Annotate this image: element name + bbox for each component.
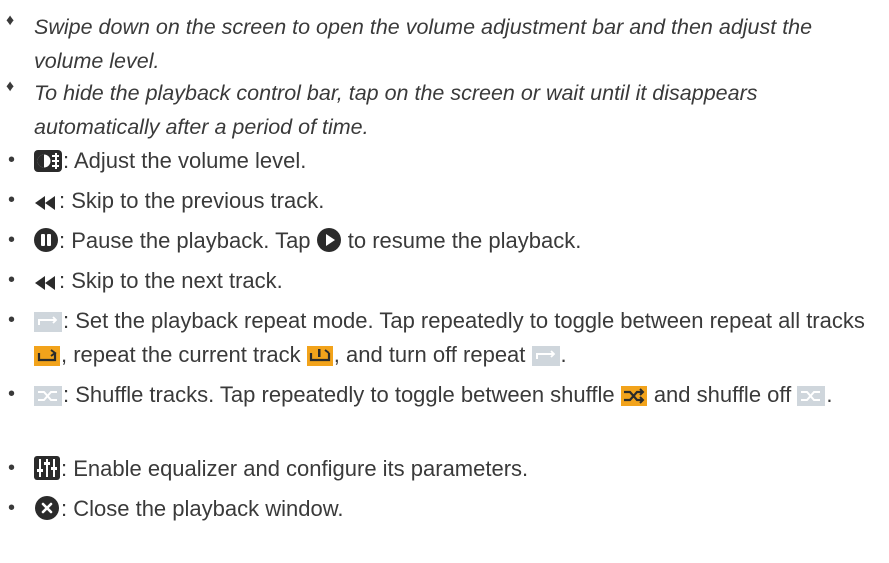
equalizer-icon bbox=[34, 456, 60, 480]
shuffle-on-icon bbox=[620, 386, 647, 406]
bullet: • bbox=[8, 497, 16, 519]
pause-description-b: to resume the playback. bbox=[341, 228, 582, 253]
rewind-icon bbox=[34, 194, 58, 212]
repeat-description-c: , and turn off repeat bbox=[333, 342, 532, 367]
pause-description-a: : Pause the playback. Tap bbox=[59, 228, 317, 253]
bullet: • bbox=[8, 189, 16, 211]
bullet: • bbox=[8, 309, 16, 331]
repeat-off-icon bbox=[34, 312, 62, 332]
repeat-description-a: : Set the playback repeat mode. Tap repe… bbox=[63, 308, 865, 333]
list-item-text: : Shuffle tracks. Tap repeatedly to togg… bbox=[34, 378, 881, 412]
repeat-description-b: , repeat the current track bbox=[61, 342, 307, 367]
list-item-text: : Set the playback repeat mode. Tap repe… bbox=[34, 304, 881, 372]
list-item-text: : Pause the playback. Tap to resume the … bbox=[34, 224, 881, 258]
repeat-description-d: . bbox=[560, 342, 567, 367]
list-item-text: : Skip to the previous track. bbox=[34, 184, 881, 218]
pause-icon bbox=[34, 228, 58, 252]
list-item-text: : Skip to the next track. bbox=[34, 264, 881, 298]
repeat-off-icon bbox=[531, 346, 560, 366]
shuffle-description-c: . bbox=[826, 382, 833, 407]
play-icon bbox=[316, 228, 341, 252]
shuffle-description-b: and shuffle off bbox=[647, 382, 798, 407]
rewind-icon bbox=[34, 274, 58, 292]
next-description: : Skip to the next track. bbox=[59, 268, 283, 293]
shuffle-off-icon bbox=[34, 386, 62, 406]
list-item-text: : Adjust the volume level. bbox=[34, 144, 881, 178]
close-icon bbox=[34, 496, 60, 520]
shuffle-off-icon bbox=[797, 386, 826, 406]
repeat-all-icon bbox=[34, 346, 60, 366]
list-item-text: : Enable equalizer and configure its par… bbox=[34, 452, 881, 486]
bullet: • bbox=[8, 269, 16, 291]
close-description: : Close the playback window. bbox=[61, 496, 344, 521]
bullet: • bbox=[8, 229, 16, 251]
list-item-text: : Close the playback window. bbox=[34, 492, 881, 526]
volume-icon bbox=[34, 150, 62, 172]
bullet: • bbox=[8, 149, 16, 171]
diamond-marker: ♦ bbox=[6, 78, 15, 95]
bullet: • bbox=[8, 457, 16, 479]
note-text: Swipe down on the screen to open the vol… bbox=[34, 15, 813, 73]
volume-description: : Adjust the volume level. bbox=[63, 148, 307, 173]
bullet: • bbox=[8, 383, 16, 405]
shuffle-description-a: : Shuffle tracks. Tap repeatedly to togg… bbox=[63, 382, 621, 407]
previous-description: : Skip to the previous track. bbox=[59, 188, 325, 213]
diamond-marker: ♦ bbox=[6, 12, 15, 29]
repeat-one-icon bbox=[306, 346, 333, 366]
note-text: To hide the playback control bar, tap on… bbox=[34, 81, 758, 139]
equalizer-description: : Enable equalizer and configure its par… bbox=[61, 456, 529, 481]
